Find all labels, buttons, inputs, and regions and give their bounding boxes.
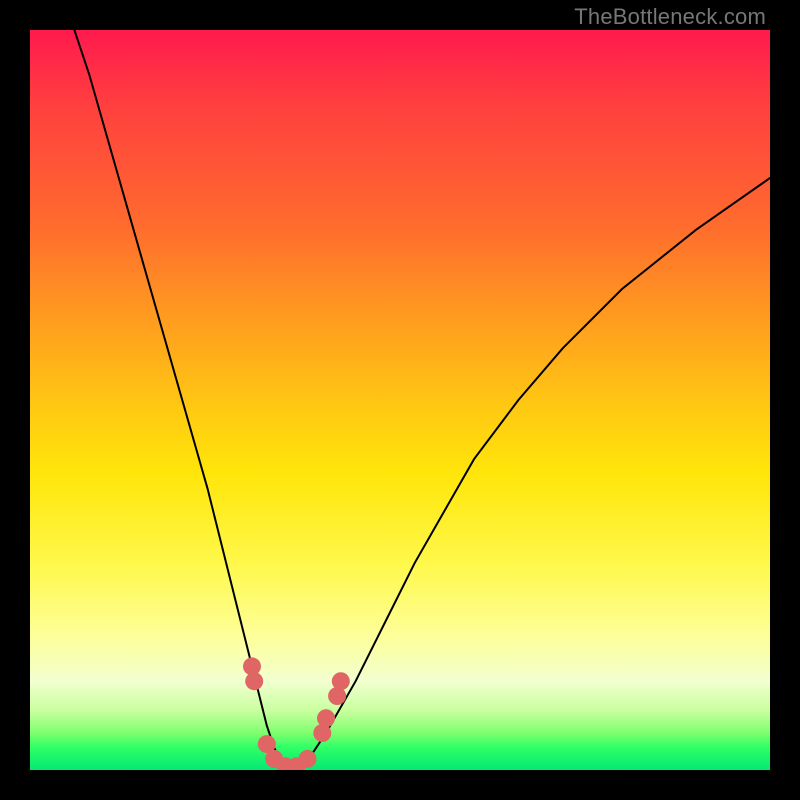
data-marker	[332, 672, 350, 690]
data-marker	[299, 750, 317, 768]
bottleneck-curve	[74, 30, 770, 770]
data-marker	[317, 709, 335, 727]
data-marker	[245, 672, 263, 690]
watermark-text: TheBottleneck.com	[574, 4, 766, 30]
chart-frame: TheBottleneck.com	[0, 0, 800, 800]
valley-markers	[243, 657, 350, 770]
curve-svg	[30, 30, 770, 770]
plot-area	[30, 30, 770, 770]
